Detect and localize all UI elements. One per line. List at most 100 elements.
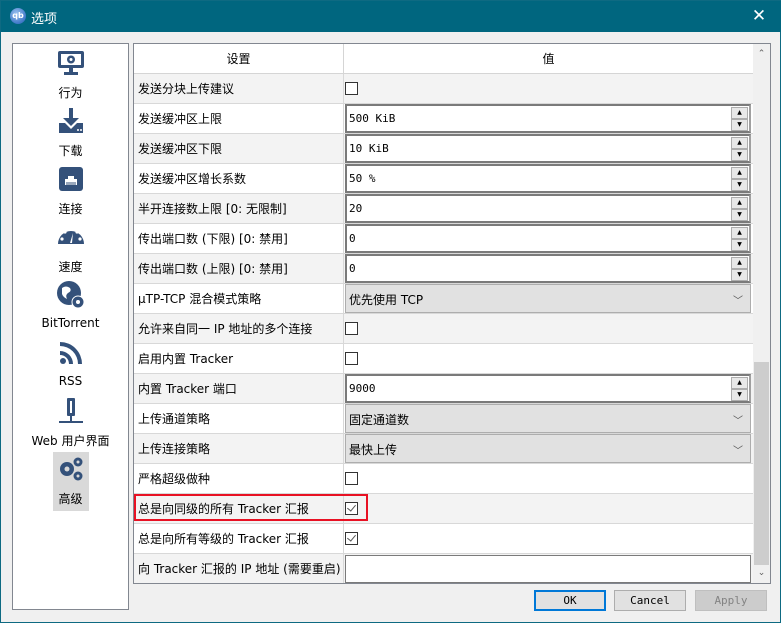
spinbox-value[interactable]: 0: [349, 232, 356, 245]
setting-value-cell: 9000 ▲ ▼: [344, 374, 753, 404]
monitor-gear-icon: [57, 51, 84, 75]
setting-value-cell: [344, 464, 753, 494]
checkbox[interactable]: [345, 472, 358, 485]
sidebar-item-label: 下载: [58, 144, 83, 158]
spin-up-arrow-icon[interactable]: ▲: [731, 257, 748, 269]
spinbox-buttons: ▲ ▼: [731, 107, 748, 131]
setting-value-cell: 最快上传 ﹀: [344, 434, 753, 464]
table-row: 发送缓冲区上限 500 KiB ▲ ▼: [134, 104, 753, 134]
ip-address-input[interactable]: [345, 555, 751, 583]
setting-name: 传出端口数 (上限) [0: 禁用]: [134, 254, 344, 284]
sidebar-item-label: 高级: [58, 492, 83, 506]
setting-value-cell: [344, 494, 753, 524]
setting-value-cell: 优先使用 TCP ﹀: [344, 284, 753, 314]
checkbox[interactable]: [345, 352, 358, 365]
table-row: 发送分块上传建议: [134, 74, 753, 104]
spinbox-value[interactable]: 10 KiB: [349, 142, 389, 155]
spinbox-input[interactable]: 20 ▲ ▼: [345, 194, 751, 223]
spinbox-value[interactable]: 50 %: [349, 172, 376, 185]
sidebar-item-bittorrent[interactable]: BitTorrent: [13, 280, 128, 330]
sidebar-item-downloads[interactable]: 下载: [13, 106, 128, 159]
spinbox-input[interactable]: 0 ▲ ▼: [345, 224, 751, 253]
setting-value-cell: 0 ▲ ▼: [344, 224, 753, 254]
gears-icon: [59, 457, 82, 481]
dropdown-value: 最快上传: [349, 443, 398, 457]
spin-down-arrow-icon[interactable]: ▼: [731, 389, 748, 401]
setting-name: 启用内置 Tracker: [134, 344, 344, 374]
spin-down-arrow-icon[interactable]: ▼: [731, 179, 748, 191]
dropdown-select[interactable]: 固定通道数 ﹀: [345, 404, 751, 433]
spinbox-input[interactable]: 500 KiB ▲ ▼: [345, 104, 751, 133]
spinbox-value[interactable]: 9000: [349, 382, 376, 395]
close-button[interactable]: ✕: [736, 1, 781, 32]
setting-name: 传出端口数 (下限) [0: 禁用]: [134, 224, 344, 254]
sidebar-item-label: 速度: [58, 260, 83, 274]
ok-button[interactable]: OK: [534, 590, 606, 611]
setting-name: 上传连接策略: [134, 434, 344, 464]
setting-name: 总是向同级的所有 Tracker 汇报: [134, 494, 344, 524]
spinbox-input[interactable]: 50 % ▲ ▼: [345, 164, 751, 193]
table-row: 上传通道策略 固定通道数 ﹀: [134, 404, 753, 434]
sidebar-item-advanced[interactable]: 高级: [13, 452, 128, 511]
table-header: 设置 值: [134, 44, 753, 74]
spin-up-arrow-icon[interactable]: ▲: [731, 107, 748, 119]
checkbox-checked[interactable]: [345, 532, 358, 545]
spin-down-arrow-icon[interactable]: ▼: [731, 209, 748, 221]
column-header-setting[interactable]: 设置: [134, 44, 344, 74]
setting-name: 发送分块上传建议: [134, 74, 344, 104]
spinbox-buttons: ▲ ▼: [731, 257, 748, 281]
checkbox[interactable]: [345, 322, 358, 335]
spinbox-value[interactable]: 500 KiB: [349, 112, 395, 125]
spin-down-arrow-icon[interactable]: ▼: [731, 119, 748, 131]
title-bar: qb 选项 ✕: [1, 1, 781, 32]
spin-down-arrow-icon[interactable]: ▼: [731, 149, 748, 161]
table-row: µTP-TCP 混合模式策略 优先使用 TCP ﹀: [134, 284, 753, 314]
table-row: 半开连接数上限 [0: 无限制] 20 ▲ ▼: [134, 194, 753, 224]
dropdown-select[interactable]: 最快上传 ﹀: [345, 434, 751, 463]
sidebar-item-label: RSS: [58, 374, 83, 388]
cancel-button[interactable]: Cancel: [614, 590, 686, 611]
spinbox-input[interactable]: 9000 ▲ ▼: [345, 374, 751, 403]
spin-up-arrow-icon[interactable]: ▲: [731, 167, 748, 179]
spinbox-value[interactable]: 0: [349, 262, 356, 275]
table-row: 上传连接策略 最快上传 ﹀: [134, 434, 753, 464]
sidebar-item-connection[interactable]: 连接: [13, 164, 128, 217]
setting-name: 半开连接数上限 [0: 无限制]: [134, 194, 344, 224]
table-row: 内置 Tracker 端口 9000 ▲ ▼: [134, 374, 753, 404]
table-row: 允许来自同一 IP 地址的多个连接: [134, 314, 753, 344]
setting-value-cell: 0 ▲ ▼: [344, 254, 753, 284]
globe-gear-icon: [56, 281, 84, 309]
rss-icon: [59, 342, 82, 364]
checkbox-checked[interactable]: [345, 502, 358, 515]
vertical-scrollbar[interactable]: ⌃ ⌄: [753, 44, 770, 583]
spinbox-input[interactable]: 10 KiB ▲ ▼: [345, 134, 751, 163]
setting-name: 发送缓冲区上限: [134, 104, 344, 134]
spinbox-input[interactable]: 0 ▲ ▼: [345, 254, 751, 283]
spin-down-arrow-icon[interactable]: ▼: [731, 239, 748, 251]
speedometer-icon: [57, 227, 84, 244]
spinbox-buttons: ▲ ▼: [731, 197, 748, 221]
sidebar-item-webui[interactable]: Web 用户界面: [13, 396, 128, 449]
dropdown-select[interactable]: 优先使用 TCP ﹀: [345, 284, 751, 313]
checkbox[interactable]: [345, 82, 358, 95]
table-row: 传出端口数 (下限) [0: 禁用] 0 ▲ ▼: [134, 224, 753, 254]
download-icon: [58, 108, 83, 133]
scrollbar-thumb[interactable]: [754, 362, 769, 565]
spin-up-arrow-icon[interactable]: ▲: [731, 197, 748, 209]
setting-value-cell: [344, 554, 753, 583]
spin-up-arrow-icon[interactable]: ▲: [731, 137, 748, 149]
spin-up-arrow-icon[interactable]: ▲: [731, 227, 748, 239]
scroll-up-arrow-icon[interactable]: ⌃: [753, 46, 770, 63]
spin-up-arrow-icon[interactable]: ▲: [731, 377, 748, 389]
sidebar-item-rss[interactable]: RSS: [13, 338, 128, 388]
ethernet-icon: [58, 167, 83, 191]
settings-grid: 设置 值 发送分块上传建议 发送缓冲区上限 500 KiB ▲ ▼ 发送缓冲区下限 10 K…: [134, 44, 753, 583]
sidebar-item-speed[interactable]: 速度: [13, 222, 128, 275]
column-header-value[interactable]: 值: [344, 44, 753, 74]
spinbox-value[interactable]: 20: [349, 202, 362, 215]
apply-button[interactable]: Apply: [695, 590, 767, 611]
spin-down-arrow-icon[interactable]: ▼: [731, 269, 748, 281]
table-row: 总是向同级的所有 Tracker 汇报: [134, 494, 753, 524]
sidebar-item-behavior[interactable]: 行为: [13, 48, 128, 101]
scroll-down-arrow-icon[interactable]: ⌄: [753, 565, 770, 582]
